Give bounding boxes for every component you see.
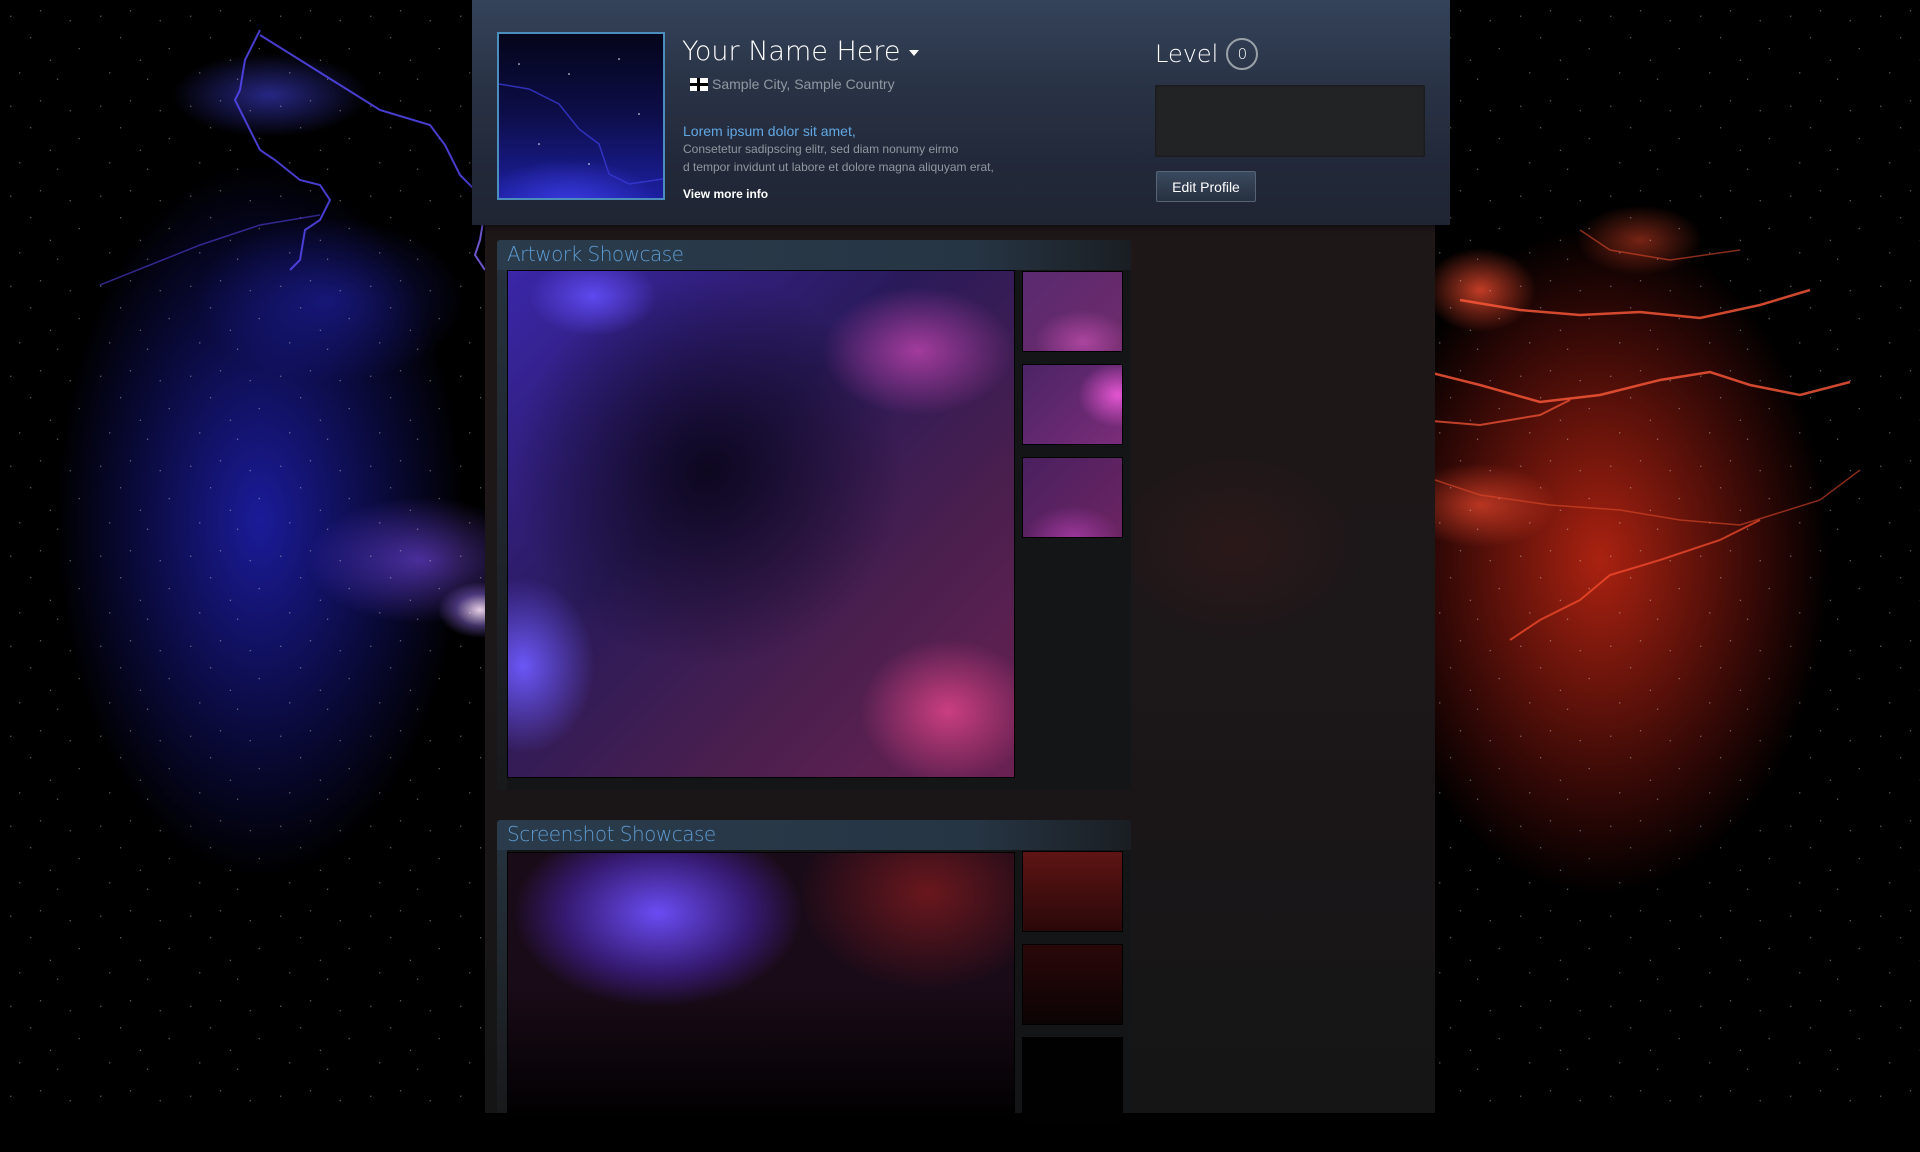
flag-icon [690, 77, 708, 91]
lightning-decoration [1420, 229, 1861, 641]
artwork-thumbnail[interactable] [1022, 271, 1123, 352]
edit-profile-button[interactable]: Edit Profile [1156, 171, 1256, 202]
profile-name-dropdown[interactable]: Your Name Here [682, 36, 919, 67]
artwork-main-image[interactable] [507, 270, 1015, 778]
profile-name: Your Name Here [682, 36, 901, 67]
showcase-title: Screenshot Showcase [507, 822, 716, 846]
screenshot-thumbnail[interactable] [1022, 851, 1123, 932]
artwork-thumbnail[interactable] [1022, 457, 1123, 538]
screenshot-main-image[interactable] [507, 852, 1015, 1152]
profile-header: Your Name Here Sample City, Sample Count… [472, 0, 1450, 225]
background-art-left [0, 0, 500, 1113]
profile-level: Level 0 [1155, 38, 1259, 70]
profile-summary: Lorem ipsum dolor sit amet, Consetetur s… [683, 122, 1063, 176]
lightning-decoration [99, 29, 486, 286]
showcase-edge [497, 850, 507, 1113]
avatar-image [499, 58, 663, 185]
artwork-showcase: Artwork Showcase [497, 240, 1131, 790]
location-text: Sample City, Sample Country [712, 76, 895, 92]
background-art-right [1420, 0, 1920, 1113]
artwork-thumbnail[interactable] [1022, 364, 1123, 445]
screenshot-thumbnail[interactable] [1022, 944, 1123, 1025]
view-more-info-link[interactable]: View more info [683, 187, 768, 201]
level-label: Level [1155, 40, 1219, 68]
screenshot-showcase: Screenshot Showcase [497, 820, 1131, 1152]
screenshot-thumbnail[interactable] [1022, 1037, 1123, 1127]
profile-location: Sample City, Sample Country [690, 76, 895, 92]
avatar[interactable] [497, 32, 665, 200]
featured-badge-area [1155, 85, 1425, 157]
summary-headline: Lorem ipsum dolor sit amet, [683, 123, 856, 139]
level-badge[interactable]: 0 [1226, 38, 1259, 70]
profile-right-column [1135, 225, 1435, 1113]
showcase-title: Artwork Showcase [507, 242, 684, 266]
summary-line: d tempor invidunt ut labore et dolore ma… [683, 160, 994, 174]
summary-line: Consetetur sadipscing elitr, sed diam no… [683, 142, 959, 156]
chevron-down-icon [908, 49, 919, 56]
showcase-edge [497, 270, 507, 790]
